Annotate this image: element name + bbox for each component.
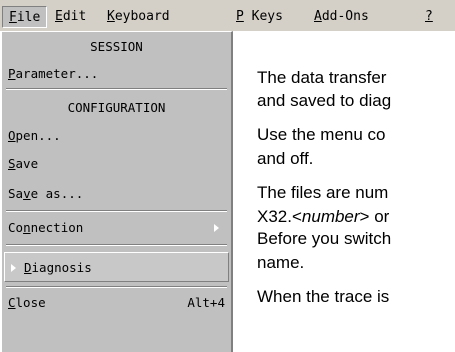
diagnosis-rest: iagnosis [31,260,92,275]
menu-item-close-label: Close [8,295,46,310]
content-line-4: and off. [257,149,314,168]
menu-edit-label: dit [62,9,87,24]
menu-item-parameter[interactable]: Parameter... [2,59,231,89]
menu-pkeys-label: Keys [243,9,283,24]
close-shortcut: Alt+4 [187,295,225,310]
check-mark-icon [11,264,16,272]
menu-keyboard[interactable]: Keyboard [107,6,170,28]
content-line-6: X32.<number> or [257,207,389,227]
parameter-rest: arameter... [15,66,99,81]
menu-help-accel: ? [425,9,433,24]
save-accel: S [8,156,16,171]
menu-addons-label: dd-Ons [321,9,369,24]
content-line-3: Use the menu co [257,125,386,144]
content-line-5: The files are num [257,183,389,202]
menu-edit[interactable]: Edit [55,6,86,28]
parameter-accel: P [8,66,16,81]
close-accel: C [8,295,16,310]
menu-item-open[interactable]: Open... [2,121,231,151]
menu-separator [6,244,227,246]
menu-pkeys-accel: P [236,9,244,24]
configuration-header: CONFIGURATION [67,100,166,115]
save-as-accel: v [23,186,31,201]
open-rest: pen... [15,128,61,143]
menu-item-save-label: Save [8,156,38,171]
menu-item-diagnosis[interactable]: Diagnosis [4,252,229,282]
menu-edit-accel: E [55,9,63,24]
connection-pre: Co [8,220,24,235]
diagnosis-accel: D [24,260,32,275]
content-line-2: and saved to diag [257,91,392,110]
help-content: The data transfer and saved to diag Use … [257,31,455,352]
menu-file-label: ile [16,10,41,25]
menu-item-connection[interactable]: Connection [2,213,231,243]
submenu-arrow-icon [214,224,219,232]
save-as-rest: e as... [30,186,84,201]
menu-file-accel: F [9,10,17,25]
save-as-pre: Sa [8,186,24,201]
menu-item-parameter-label: Parameter... [8,66,98,81]
content-line-8: name. [257,253,305,272]
content-line-6-pre: X32.< [257,207,302,226]
menu-item-close[interactable]: Close Alt+4 [2,288,231,318]
menu-item-open-label: Open... [8,128,61,143]
menu-item-save-as[interactable]: Save as... [2,179,231,209]
menu-separator [6,210,227,212]
menu-separator [6,88,227,90]
menu-file[interactable]: File [2,6,47,28]
save-rest: ave [15,156,39,171]
content-line-7: Before you switch [257,229,392,248]
open-accel: O [8,128,16,143]
content-line-6-italic: number [301,207,360,226]
menu-item-diagnosis-label: Diagnosis [24,260,92,275]
menu-addons-accel: A [314,9,322,24]
menu-pkeys[interactable]: P Keys [236,6,283,28]
menu-keyboard-accel: K [107,9,115,24]
content-line-6-post: > or [359,207,390,226]
menu-keyboard-label: eyboard [114,9,170,24]
connection-rest: nection [30,220,84,235]
menu-item-save[interactable]: Save [2,149,231,179]
menu-item-save-as-label: Save as... [8,186,83,201]
menu-help[interactable]: ? [425,6,433,28]
close-rest: lose [15,295,46,310]
file-menu-dropdown: SESSION Parameter... CONFIGURATION Open.… [0,31,233,352]
menu-addons[interactable]: Add-Ons [314,6,369,28]
menu-item-connection-label: Connection [8,220,83,235]
menu-bar: File Edit Keyboard P Keys Add-Ons ? [0,0,455,31]
content-line-9: When the trace is [257,287,390,306]
session-header: SESSION [90,39,143,54]
connection-accel: n [23,220,31,235]
content-line-1: The data transfer [257,68,387,87]
